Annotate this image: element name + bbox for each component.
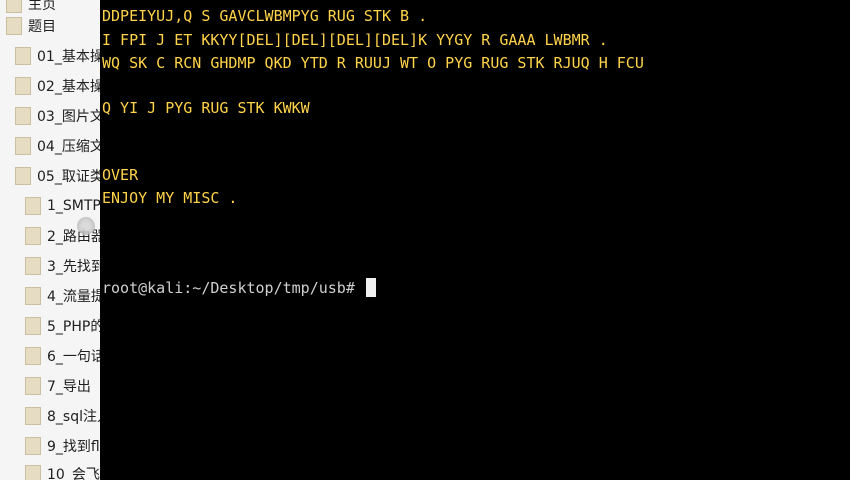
tree-item-label: 3_先找到 — [47, 259, 100, 275]
folder-icon — [25, 257, 41, 275]
folder-icon — [25, 437, 41, 455]
mouse-cursor-icon — [77, 217, 95, 235]
folder-icon — [25, 407, 41, 425]
tree-item-7[interactable]: 7_导出 — [25, 375, 91, 397]
tree-item-problems[interactable]: 题目 — [6, 15, 56, 37]
tree-item-04[interactable]: 04_压缩文件 — [15, 135, 100, 157]
tree-item-6[interactable]: 6_一句话 — [25, 345, 100, 367]
terminal-output-line: ENJOY MY MISC . — [102, 189, 238, 207]
tree-item-label: 5_PHP的 — [47, 319, 100, 335]
tree-item-10[interactable]: 10_会飞 — [25, 463, 100, 480]
folder-icon — [15, 47, 31, 65]
tree-item-label: 02_基本操作 — [37, 79, 100, 95]
shell-prompt: root@kali:~/Desktop/tmp/usb# — [102, 279, 355, 297]
tree-item-label: 题目 — [28, 19, 56, 35]
tree-item-label: 1_SMTP — [47, 198, 100, 214]
folder-icon — [6, 0, 22, 13]
tree-item-01[interactable]: 01_基本操作 — [15, 45, 100, 67]
folder-icon — [25, 465, 41, 480]
tree-item-label: 05_取证类 — [37, 169, 100, 185]
text-cursor-icon — [365, 278, 376, 297]
tree-item-05[interactable]: 05_取证类 — [15, 165, 100, 187]
tree-item-8[interactable]: 8_sql注入 — [25, 405, 100, 427]
tree-item-label: 6_一句话 — [47, 349, 100, 365]
tree-item-label: 04_压缩文件 — [37, 139, 100, 155]
folder-icon — [15, 107, 31, 125]
tree-item-4[interactable]: 4_流量提取 — [25, 285, 100, 307]
folder-icon — [15, 77, 31, 95]
terminal-output-line: WQ SK C RCN GHDMP QKD YTD R RUUJ WT O PY… — [102, 54, 644, 72]
folder-icon — [25, 197, 41, 215]
file-tree-panel: 主页 题目 01_基本操作 02_基本操作 03_图片文件 04_压缩文件 05… — [0, 0, 100, 480]
terminal-output-line: DDPEIYUJ,Q S GAVCLWBMPYG RUG STK B . — [102, 7, 428, 25]
tree-item-02[interactable]: 02_基本操作 — [15, 75, 100, 97]
tree-item-03[interactable]: 03_图片文件 — [15, 105, 100, 127]
terminal-prompt-line[interactable]: root@kali:~/Desktop/tmp/usb# — [102, 278, 376, 298]
folder-icon — [25, 287, 41, 305]
folder-icon — [25, 377, 41, 395]
terminal-window[interactable]: DDPEIYUJ,Q S GAVCLWBMPYG RUG STK B . I F… — [100, 0, 850, 480]
tree-item-label: 01_基本操作 — [37, 49, 100, 65]
tree-item-label: 4_流量提取 — [47, 289, 100, 305]
tree-item-9[interactable]: 9_找到flag — [25, 435, 100, 457]
tree-item-label: 8_sql注入 — [47, 409, 100, 425]
tree-item-home[interactable]: 主页 — [6, 0, 56, 15]
tree-item-5[interactable]: 5_PHP的 — [25, 315, 100, 337]
folder-icon — [25, 317, 41, 335]
folder-icon — [15, 137, 31, 155]
tree-item-label: 9_找到flag — [47, 439, 100, 455]
tree-item-1[interactable]: 1_SMTP — [25, 195, 100, 217]
folder-icon — [6, 17, 22, 35]
tree-item-3[interactable]: 3_先找到 — [25, 255, 100, 277]
terminal-output-line: Q YI J PYG RUG STK KWKW — [102, 99, 310, 117]
tree-item-label: 7_导出 — [47, 379, 91, 395]
tree-item-label: 03_图片文件 — [37, 109, 100, 125]
folder-icon — [15, 167, 31, 185]
terminal-output-line: OVER — [102, 166, 139, 184]
terminal-output-line: I FPI J ET KKYY[DEL][DEL][DEL][DEL]K YYG… — [102, 31, 608, 49]
folder-icon — [25, 227, 41, 245]
tree-item-label: 10_会飞 — [47, 467, 100, 480]
folder-icon — [25, 347, 41, 365]
tree-item-label: 主页 — [28, 0, 56, 13]
